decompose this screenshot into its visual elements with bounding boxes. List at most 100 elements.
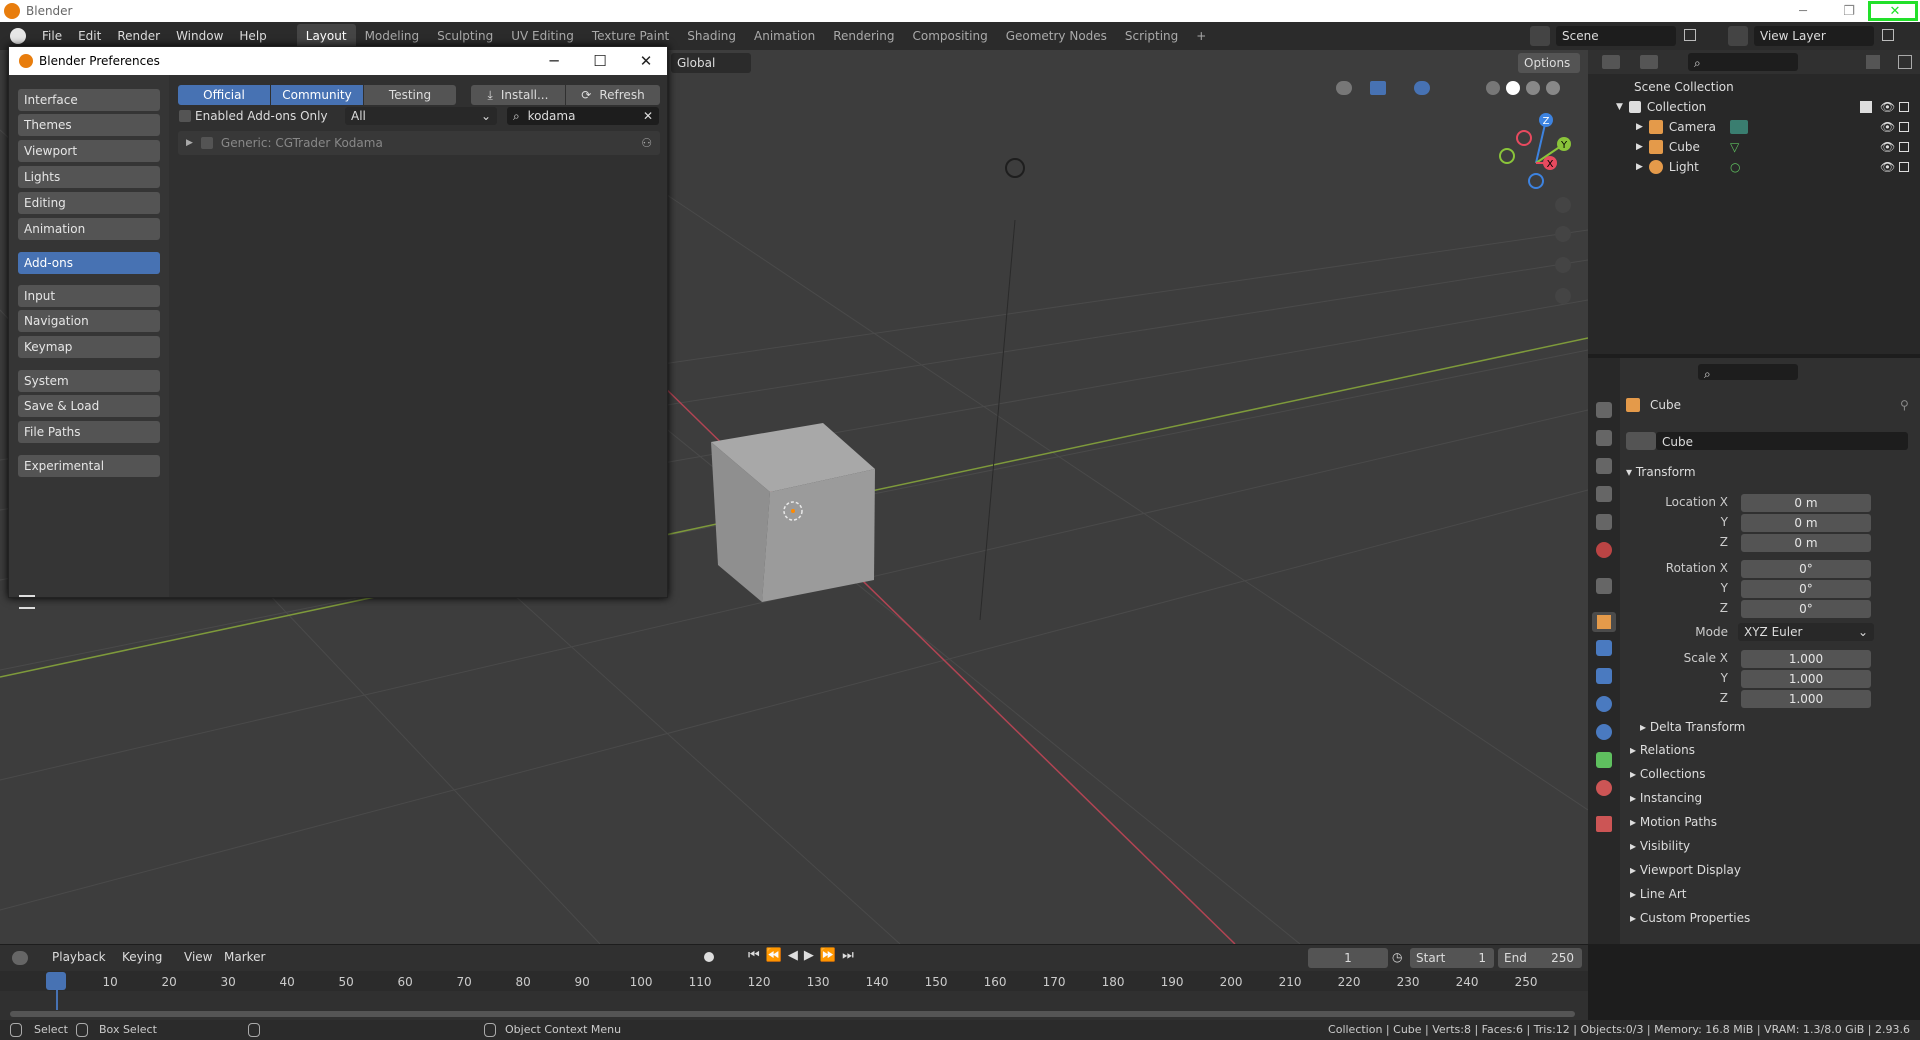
expand-triangle-icon[interactable]: ▶	[1636, 142, 1643, 152]
mesh-data-icon[interactable]: ▽	[1730, 140, 1739, 154]
location-x-field[interactable]: 0 m	[1741, 494, 1871, 512]
view-layer-icon[interactable]	[1728, 26, 1748, 46]
panel-custom-properties[interactable]: ▸ Custom Properties	[1630, 911, 1750, 925]
panel-line-art[interactable]: ▸ Line Art	[1630, 887, 1687, 901]
menu-render[interactable]: Render	[109, 29, 168, 43]
addon-row[interactable]: ▶ Generic: CGTrader Kodama ⚇	[178, 131, 660, 155]
start-frame-field[interactable]: Start 1	[1410, 948, 1494, 968]
light-object-icon[interactable]	[1005, 158, 1025, 178]
panel-viewport-display[interactable]: ▸ Viewport Display	[1630, 863, 1741, 877]
editor-type-icon[interactable]	[1602, 55, 1620, 69]
add-workspace-button[interactable]: +	[1187, 24, 1215, 48]
enabled-only-checkbox[interactable]	[179, 110, 191, 122]
outliner-search-input[interactable]: ⌕	[1688, 53, 1798, 71]
sidebar-item-lights[interactable]: Lights	[18, 166, 160, 188]
material-shading-icon[interactable]	[1526, 81, 1540, 95]
minimize-button[interactable]: ─	[1780, 0, 1826, 22]
tab-texture-paint[interactable]: Texture Paint	[583, 24, 678, 48]
render-tab-icon[interactable]	[1596, 430, 1612, 446]
hamburger-menu-icon[interactable]	[19, 595, 35, 609]
category-dropdown[interactable]: All ⌄	[345, 107, 497, 125]
refresh-button[interactable]: ⟳ Refresh	[566, 85, 660, 105]
new-view-layer-icon[interactable]	[1882, 29, 1894, 41]
new-scene-icon[interactable]	[1684, 29, 1696, 41]
outliner-row-camera[interactable]: ▶ Camera 👁	[1588, 117, 1920, 137]
sidebar-item-viewport[interactable]: Viewport	[18, 140, 160, 162]
pin-icon[interactable]: ⚲	[1900, 398, 1909, 412]
rendered-shading-icon[interactable]	[1546, 81, 1560, 95]
tab-official[interactable]: Official	[178, 85, 270, 105]
panel-instancing[interactable]: ▸ Instancing	[1630, 791, 1702, 805]
collection-checkbox[interactable]	[1860, 101, 1872, 113]
scene-selector-icon[interactable]	[1530, 26, 1550, 46]
options-dropdown[interactable]: Options	[1518, 53, 1580, 73]
outliner-row-scene-collection[interactable]: Scene Collection	[1588, 77, 1920, 97]
eye-icon[interactable]: 👁	[1880, 160, 1895, 174]
eye-icon[interactable]: 👁	[1880, 140, 1895, 154]
tab-uv-editing[interactable]: UV Editing	[502, 24, 583, 48]
expand-triangle-icon[interactable]: ▶	[1636, 162, 1643, 172]
view-menu[interactable]: View	[184, 950, 212, 964]
camera-view-icon[interactable]	[1555, 257, 1571, 273]
blender-menu-icon[interactable]	[10, 28, 26, 44]
marker-menu[interactable]: Marker	[224, 950, 265, 964]
current-frame-field[interactable]: 1	[1308, 948, 1388, 968]
sidebar-item-add-ons[interactable]: Add-ons	[18, 252, 160, 274]
rotation-x-field[interactable]: 0°	[1741, 560, 1871, 578]
sidebar-item-system[interactable]: System	[18, 370, 160, 392]
prefs-minimize-button[interactable]: ─	[531, 47, 577, 75]
tab-community[interactable]: Community	[271, 85, 363, 105]
clock-icon[interactable]: ◷	[1392, 950, 1402, 964]
menu-file[interactable]: File	[34, 29, 70, 43]
end-frame-field[interactable]: End 250	[1498, 948, 1582, 968]
texture-tab-icon[interactable]	[1596, 816, 1612, 832]
timeline-editor-icon[interactable]	[12, 951, 28, 965]
keying-menu[interactable]: Keying	[122, 950, 162, 964]
prefs-close-button[interactable]: ✕	[623, 47, 669, 75]
output-tab-icon[interactable]	[1596, 458, 1612, 474]
render-icon[interactable]	[1899, 122, 1909, 132]
tab-layout[interactable]: Layout	[296, 24, 356, 48]
view-layer-field[interactable]: View Layer	[1754, 26, 1874, 46]
scene-name-field[interactable]: Scene	[1556, 26, 1676, 46]
eye-icon[interactable]: 👁	[1880, 100, 1895, 114]
filter-icon[interactable]	[1866, 55, 1880, 69]
delta-transform-header[interactable]: ▸ Delta Transform	[1640, 720, 1745, 734]
sidebar-item-input[interactable]: Input	[18, 285, 160, 307]
sidebar-item-keymap[interactable]: Keymap	[18, 336, 160, 358]
timeline-scrollbar[interactable]	[10, 1011, 1575, 1017]
rotation-z-field[interactable]: 0°	[1741, 600, 1871, 618]
tab-sculpting[interactable]: Sculpting	[428, 24, 502, 48]
playhead[interactable]	[46, 972, 66, 990]
sidebar-item-save-load[interactable]: Save & Load	[18, 395, 160, 417]
transform-panel-header[interactable]: ▾ Transform	[1626, 465, 1696, 479]
panel-relations[interactable]: ▸ Relations	[1630, 743, 1695, 757]
object-datablock-field[interactable]: Cube	[1656, 432, 1908, 450]
scale-z-field[interactable]: 1.000	[1741, 690, 1871, 708]
scale-y-field[interactable]: 1.000	[1741, 670, 1871, 688]
sidebar-item-file-paths[interactable]: File Paths	[18, 421, 160, 443]
render-icon[interactable]	[1899, 102, 1909, 112]
addon-search-input[interactable]: ⌕ kodama ✕	[507, 107, 659, 125]
sidebar-item-experimental[interactable]: Experimental	[18, 455, 160, 477]
solid-shading-icon[interactable]	[1506, 81, 1520, 95]
preferences-titlebar[interactable]: Blender Preferences ─ ☐ ✕	[9, 47, 667, 75]
prefs-maximize-button[interactable]: ☐	[577, 47, 623, 75]
playback-menu[interactable]: Playback	[52, 950, 106, 964]
render-icon[interactable]	[1899, 142, 1909, 152]
menu-window[interactable]: Window	[168, 29, 231, 43]
expand-triangle-icon[interactable]: ▼	[1616, 102, 1623, 112]
panel-motion-paths[interactable]: ▸ Motion Paths	[1630, 815, 1717, 829]
properties-search-input[interactable]: ⌕	[1698, 364, 1798, 381]
menu-edit[interactable]: Edit	[70, 29, 109, 43]
outliner-row-collection[interactable]: ▼ Collection 👁	[1588, 97, 1920, 117]
location-y-field[interactable]: 0 m	[1741, 514, 1871, 532]
tab-testing[interactable]: Testing	[364, 85, 456, 105]
eye-icon[interactable]: 👁	[1880, 120, 1895, 134]
light-data-icon[interactable]: ○	[1730, 160, 1740, 174]
sidebar-item-navigation[interactable]: Navigation	[18, 310, 160, 332]
material-tab-icon[interactable]	[1596, 780, 1612, 796]
install-button[interactable]: ⤓ Install...	[471, 85, 565, 105]
restore-button[interactable]: ❐	[1826, 0, 1872, 22]
camera-data-icon[interactable]	[1730, 120, 1748, 134]
